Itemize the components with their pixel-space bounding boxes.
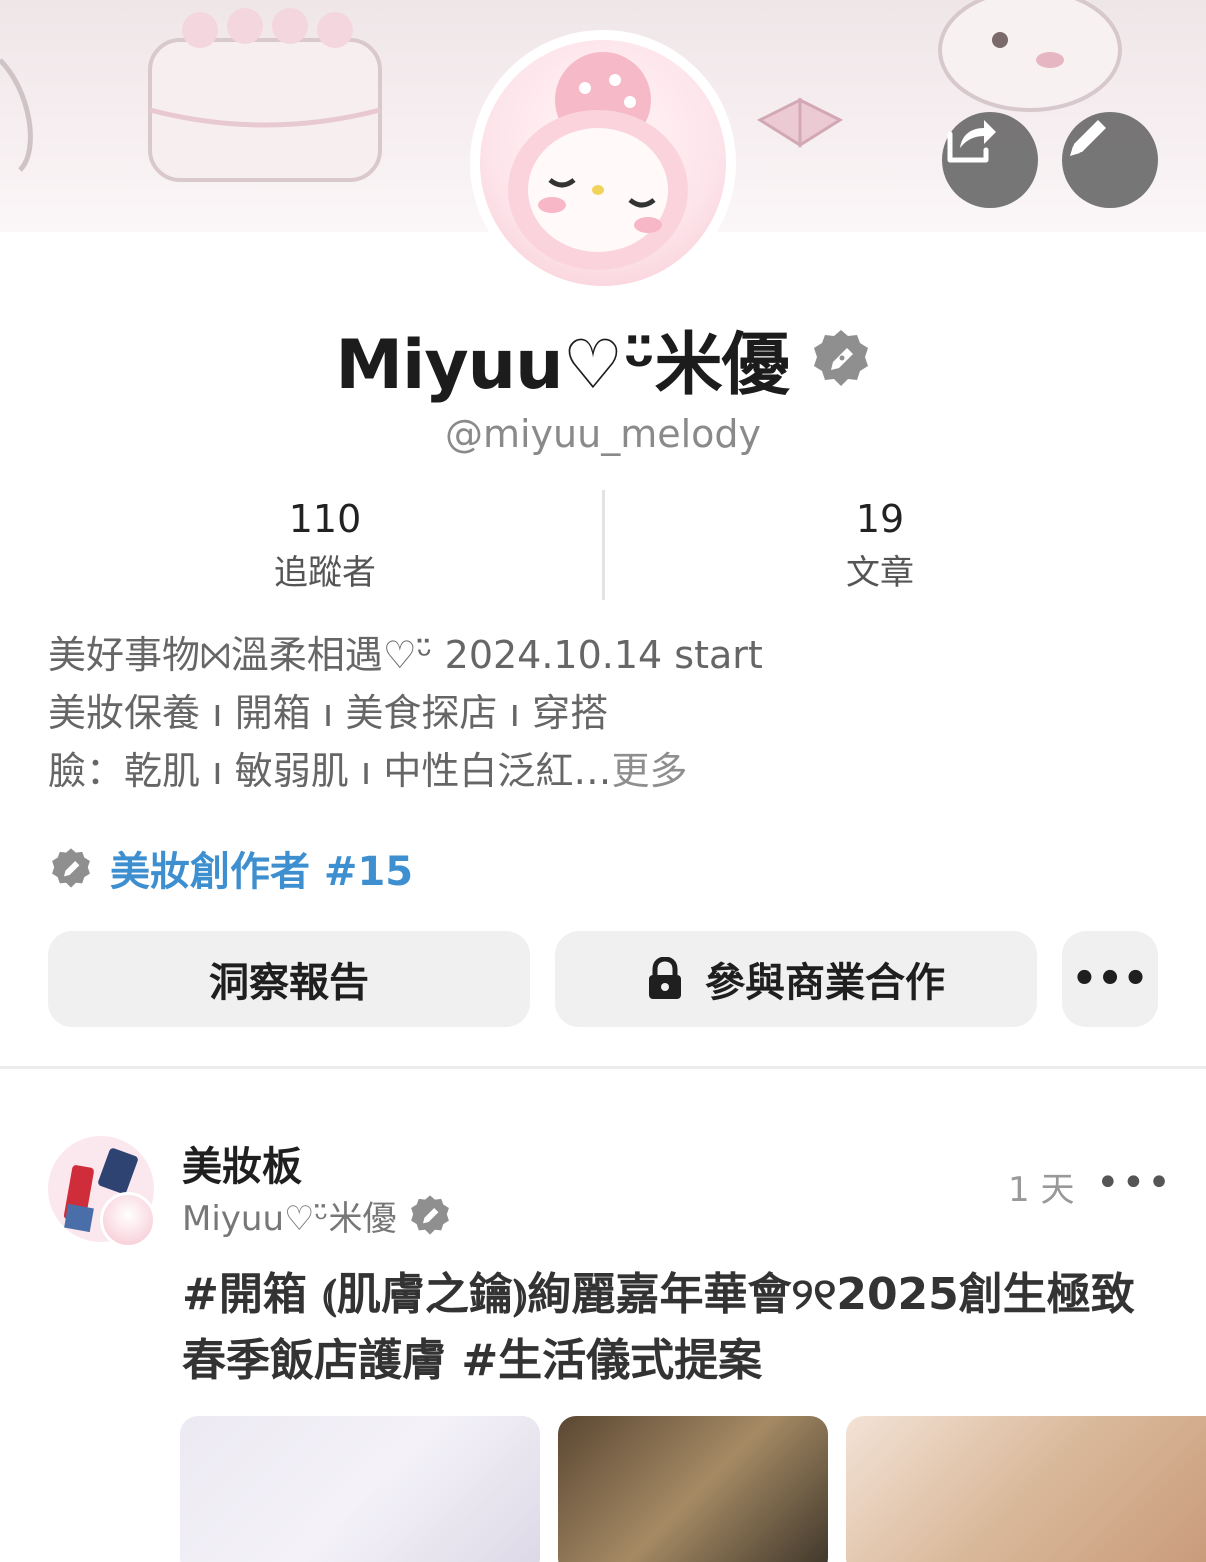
edit-profile-button[interactable]: [1062, 112, 1158, 208]
more-options-button[interactable]: •••: [1062, 931, 1158, 1027]
followers-count: 110: [288, 497, 362, 541]
articles-count: 19: [855, 497, 905, 541]
creator-badge-icon: [52, 848, 90, 888]
insights-report-label: 洞察報告: [209, 960, 369, 1006]
bio-line-3: 臉：乾肌 ı 敏弱肌 ı 中性白泛紅…更多: [48, 742, 1158, 800]
bio-line-3-text: 臉：乾肌 ı 敏弱肌 ı 中性白泛紅…: [48, 749, 612, 793]
post-photo-1[interactable]: [180, 1416, 540, 1562]
profile-avatar[interactable]: [470, 30, 736, 296]
followers-stat[interactable]: 110 追蹤者: [175, 494, 475, 602]
business-collab-label: 參與商業合作: [705, 960, 945, 1006]
post-title[interactable]: #開箱 ⦅肌膚之鑰⦆絢麗嘉年華會୨୧2025創生極致春季飯店護膚 #生活儀式提案: [182, 1262, 1172, 1394]
edit-pencil-icon: [1070, 120, 1106, 156]
profile-name-row: Miyuu♡ᵕ̈米優: [0, 316, 1206, 405]
creator-badge-icon[interactable]: [811, 328, 871, 388]
more-icon: •••: [1071, 956, 1149, 1002]
profile-display-name: Miyuu♡ᵕ̈米優: [335, 325, 789, 405]
insights-report-button[interactable]: 洞察報告: [48, 931, 530, 1027]
profile-handle: @miyuu_melody: [444, 412, 762, 456]
section-divider: [0, 1066, 1206, 1069]
bio-more-link[interactable]: 更多: [611, 749, 687, 793]
post-author-name: Miyuu♡ᵕ̈米優: [182, 1198, 397, 1239]
creator-badge-icon: [410, 1195, 449, 1235]
bio-line-2: 美妝保養 ı 開箱 ı 美食探店 ı 穿搭: [48, 691, 609, 735]
post-author-row[interactable]: Miyuu♡ᵕ̈米優: [182, 1192, 451, 1239]
articles-label: 文章: [846, 553, 914, 593]
share-icon: [947, 120, 996, 163]
creator-rank[interactable]: 美妝創作者 #15: [50, 838, 413, 898]
share-button[interactable]: [942, 112, 1038, 208]
post-photo-3[interactable]: [846, 1416, 1206, 1562]
post-more-icon[interactable]: •••: [1096, 1160, 1173, 1206]
business-collab-button[interactable]: 參與商業合作: [555, 931, 1037, 1027]
avatar-illustration: [508, 52, 688, 270]
profile-bio: 美好事物⨝溫柔相遇♡ᵕ̈ 2024.10.14 start 美妝保養 ı 開箱 …: [48, 626, 1158, 800]
author-avatar[interactable]: [100, 1192, 156, 1248]
post-photo-2[interactable]: [558, 1416, 828, 1562]
followers-label: 追蹤者: [274, 553, 376, 593]
stats-divider: [602, 490, 605, 600]
lock-icon: [649, 957, 681, 999]
bio-line-1: 美好事物⨝溫柔相遇♡ᵕ̈ 2024.10.14 start: [48, 633, 763, 677]
creator-rank-label: 美妝創作者 #15: [110, 849, 414, 895]
articles-stat[interactable]: 19 文章: [730, 494, 1030, 602]
post-board-name[interactable]: 美妝板: [182, 1134, 302, 1192]
post-time: 1 天: [1008, 1170, 1075, 1210]
